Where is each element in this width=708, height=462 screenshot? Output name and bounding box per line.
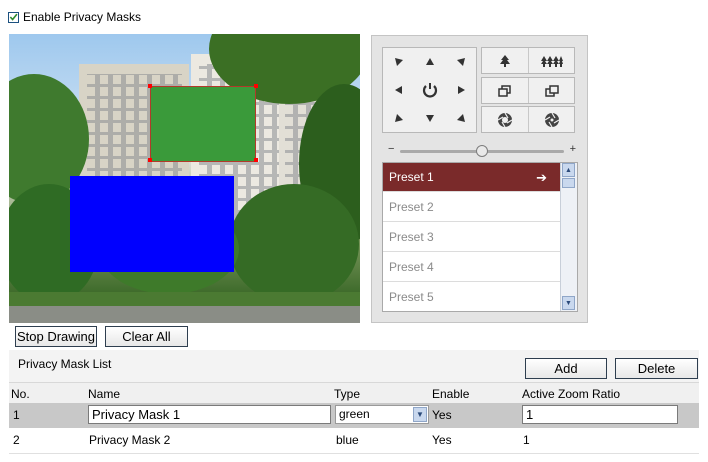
focus-far-icon[interactable] xyxy=(529,78,575,103)
clear-all-button[interactable]: Clear All xyxy=(105,326,188,347)
scroll-down-icon[interactable]: ▼ xyxy=(562,296,575,310)
down-right-arrow-icon[interactable] xyxy=(445,104,476,132)
scroll-up-icon[interactable]: ▲ xyxy=(562,163,575,177)
plus-icon: + xyxy=(569,143,576,155)
mask-list-title: Privacy Mask List xyxy=(18,357,112,371)
goto-preset-icon[interactable]: ➔ xyxy=(536,163,547,192)
column-header-enable: Enable xyxy=(432,387,470,401)
down-arrow-icon[interactable] xyxy=(414,104,445,132)
iris-close-icon[interactable] xyxy=(529,107,575,132)
preset-scrollbar[interactable]: ▲ ▼ xyxy=(560,163,577,311)
left-arrow-icon[interactable] xyxy=(383,76,414,104)
mask-type-value: green xyxy=(339,407,370,421)
zoom-out-icon[interactable] xyxy=(529,48,575,73)
resize-handle[interactable] xyxy=(254,158,258,162)
row-type: blue xyxy=(336,433,359,447)
preset-item[interactable]: Preset 1 ➔ xyxy=(383,163,561,192)
iris-control xyxy=(481,106,575,133)
auto-rotate-icon[interactable] xyxy=(414,76,445,104)
right-arrow-icon[interactable] xyxy=(445,76,476,104)
slider-knob[interactable] xyxy=(476,145,488,157)
checkmark-icon xyxy=(9,13,18,21)
row-no: 1 xyxy=(13,408,20,422)
table-row[interactable]: 2 Privacy Mask 2 blue Yes 1 xyxy=(9,428,699,454)
row-no: 2 xyxy=(13,433,20,447)
mask-table-header: No. Name Type Enable Active Zoom Ratio xyxy=(9,382,699,405)
enable-privacy-masks-row[interactable]: Enable Privacy Masks xyxy=(8,9,141,25)
scroll-thumb[interactable] xyxy=(562,178,575,188)
mask-type-select[interactable]: green ▼ xyxy=(335,405,429,424)
column-header-name: Name xyxy=(88,387,121,401)
focus-control xyxy=(481,77,575,104)
focus-near-icon[interactable] xyxy=(482,78,529,103)
column-header-type: Type xyxy=(334,387,361,401)
video-tree xyxy=(229,184,359,304)
row-name: Privacy Mask 2 xyxy=(89,433,171,447)
down-left-arrow-icon[interactable] xyxy=(383,104,414,132)
preset-label: Preset 3 xyxy=(389,230,434,244)
zoom-control xyxy=(481,47,575,74)
row-enable: Yes xyxy=(432,408,452,422)
resize-handle[interactable] xyxy=(148,158,152,162)
video-hedge xyxy=(9,292,360,306)
zoom-in-icon[interactable] xyxy=(482,48,529,73)
up-right-arrow-icon[interactable] xyxy=(445,48,476,76)
ptz-control-panel: − + Preset 1 ➔ Preset 2 Preset 3 Preset … xyxy=(371,35,588,323)
resize-handle[interactable] xyxy=(254,84,258,88)
row-enable: Yes xyxy=(432,433,452,447)
delete-mask-button[interactable]: Delete xyxy=(615,358,698,379)
preset-label: Preset 1 xyxy=(389,170,434,184)
iris-open-icon[interactable] xyxy=(482,107,529,132)
add-mask-button[interactable]: Add xyxy=(525,358,607,379)
resize-handle[interactable] xyxy=(148,84,152,88)
column-header-no: No. xyxy=(11,387,30,401)
preset-item[interactable]: Preset 3 xyxy=(383,223,561,252)
zoom-ratio-input[interactable]: 1 xyxy=(522,405,678,424)
preset-label: Preset 2 xyxy=(389,200,434,214)
privacy-mask-1-region[interactable] xyxy=(150,86,256,162)
preset-item[interactable]: Preset 5 xyxy=(383,283,561,311)
privacy-mask-2-region[interactable] xyxy=(70,176,234,272)
preset-label: Preset 4 xyxy=(389,260,434,274)
mask-name-input[interactable]: Privacy Mask 1 xyxy=(88,405,331,424)
enable-privacy-masks-checkbox[interactable] xyxy=(8,11,19,23)
enable-privacy-masks-label: Enable Privacy Masks xyxy=(23,10,142,24)
ptz-speed-slider[interactable]: − + xyxy=(388,143,576,157)
preset-label: Preset 5 xyxy=(389,290,434,304)
video-road xyxy=(9,306,360,323)
live-video-view[interactable] xyxy=(9,34,360,323)
ptz-direction-pad xyxy=(382,47,477,133)
table-row[interactable]: 1 Privacy Mask 1 green ▼ Yes 1 xyxy=(9,403,699,428)
stop-drawing-button[interactable]: Stop Drawing xyxy=(15,326,97,347)
preset-item[interactable]: Preset 2 xyxy=(383,193,561,222)
up-arrow-icon[interactable] xyxy=(414,48,445,76)
preset-item[interactable]: Preset 4 xyxy=(383,253,561,282)
preset-list: Preset 1 ➔ Preset 2 Preset 3 Preset 4 Pr… xyxy=(382,162,578,312)
up-left-arrow-icon[interactable] xyxy=(383,48,414,76)
minus-icon: − xyxy=(388,143,395,155)
chevron-down-icon[interactable]: ▼ xyxy=(413,407,427,422)
column-header-zoom: Active Zoom Ratio xyxy=(522,387,621,401)
row-zoom: 1 xyxy=(523,433,530,447)
